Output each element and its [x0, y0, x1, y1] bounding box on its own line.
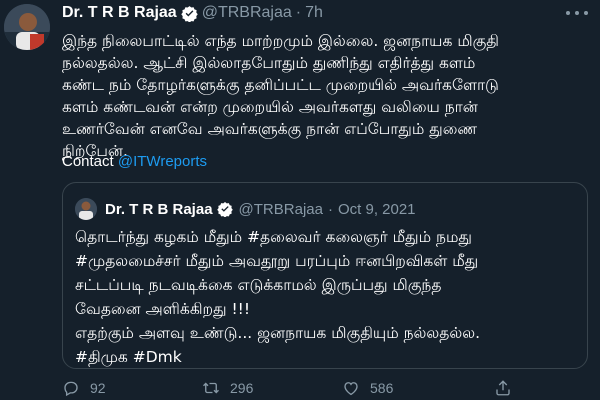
avatar[interactable]: [4, 4, 50, 50]
contact-mention-link[interactable]: @ITWreports: [118, 153, 207, 170]
share-icon: [496, 380, 510, 396]
verified-badge-icon: [180, 5, 198, 22]
quoted-tweet-text: தொடர்ந்து கழகம் மீதும் #தலைவர் கலைஞர் மீ…: [75, 228, 481, 366]
quoted-avatar: [75, 198, 97, 220]
tweet-actions: 92 296 586: [62, 376, 582, 400]
quoted-tweet[interactable]: Dr. T R B Rajaa @TRBRajaa · Oct 9, 2021 …: [62, 182, 588, 369]
tweet-header: Dr. T R B Rajaa @TRBRajaa · 7h: [62, 4, 323, 22]
timestamp[interactable]: 7h: [305, 4, 323, 22]
retweet-button[interactable]: 296: [202, 379, 253, 397]
like-button[interactable]: 586: [342, 379, 393, 397]
tweet-text: இந்த நிலைபாட்டில் எந்த மாற்றமும் இல்லை. …: [62, 32, 499, 160]
more-options-icon[interactable]: [566, 6, 588, 20]
contact-line: Contact @ITWreports: [62, 153, 207, 170]
retweet-count: 296: [230, 380, 254, 396]
retweet-icon: [203, 382, 219, 394]
quoted-author-handle: @TRBRajaa: [238, 200, 323, 218]
author-handle[interactable]: @TRBRajaa: [202, 4, 292, 22]
verified-badge-icon: [216, 202, 233, 217]
quoted-tweet-header: Dr. T R B Rajaa @TRBRajaa · Oct 9, 2021: [75, 198, 416, 220]
reply-button[interactable]: 92: [62, 379, 106, 397]
like-icon: [344, 382, 358, 396]
quoted-date: Oct 9, 2021: [337, 200, 416, 218]
quoted-author-name: Dr. T R B Rajaa: [105, 200, 213, 218]
reply-icon: [64, 381, 78, 397]
like-count: 586: [370, 380, 394, 396]
contact-label: Contact: [62, 153, 114, 170]
quoted-separator: ·: [327, 200, 333, 218]
reply-count: 92: [90, 380, 106, 396]
share-button[interactable]: [494, 379, 522, 397]
separator: ·: [295, 4, 302, 21]
author-name[interactable]: Dr. T R B Rajaa: [62, 4, 177, 22]
